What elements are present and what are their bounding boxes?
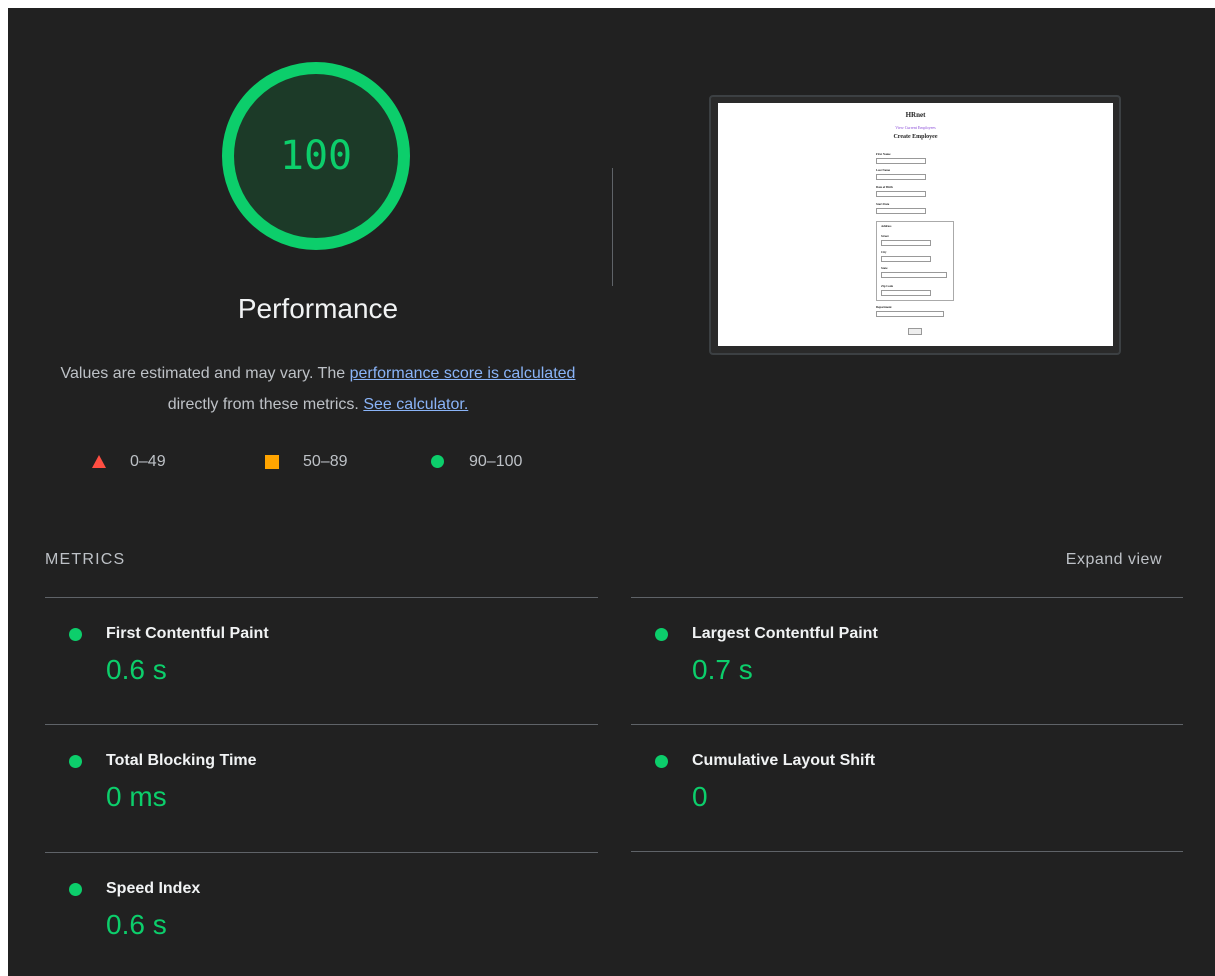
metric-value: 0.6 s	[106, 909, 167, 940]
metric-first-contentful-paint: First Contentful Paint 0.6 s	[45, 598, 595, 708]
metric-largest-contentful-paint: Largest Contentful Paint 0.7 s	[631, 598, 1181, 708]
pass-circle-icon	[655, 628, 668, 641]
screenshot-input	[876, 174, 926, 180]
screenshot-field-label: State	[881, 266, 888, 270]
description-text-1: Values are estimated and may vary. The	[60, 365, 350, 382]
metric-title: First Contentful Paint	[106, 625, 269, 642]
screenshot-input	[881, 256, 931, 262]
metric-value: 0 ms	[106, 781, 167, 812]
metric-title: Cumulative Layout Shift	[692, 752, 876, 769]
screenshot-title: HRnet	[905, 111, 926, 119]
gauge-title: Performance	[237, 293, 399, 324]
metric-value: 0	[692, 781, 708, 812]
screenshot-link: View Current Employees	[895, 125, 936, 130]
performance-score: 100	[279, 133, 353, 179]
screenshot-input	[881, 290, 931, 296]
metric-speed-index: Speed Index 0.6 s	[45, 853, 595, 963]
screenshot-input	[881, 272, 947, 278]
screenshot-image: HRnet View Current Employees Create Empl…	[718, 103, 1113, 346]
screenshot-field-label: Address	[881, 224, 892, 228]
screenshot-address-fieldset: Address Street City State Zip Code	[876, 221, 954, 301]
triangle-icon	[92, 455, 106, 468]
metric-title: Total Blocking Time	[106, 752, 257, 769]
square-icon	[265, 455, 279, 469]
screenshot-input	[876, 158, 926, 164]
pass-circle-icon	[655, 755, 668, 768]
screenshot-field-label: Department	[876, 305, 892, 309]
screenshot-field-label: Zip Code	[881, 284, 893, 288]
metrics-header: METRICS	[45, 551, 126, 568]
circle-icon	[431, 455, 444, 468]
screenshot-input	[876, 311, 944, 317]
screenshot-input	[876, 191, 926, 197]
screenshot-field-label: City	[881, 250, 887, 254]
screenshot-field-label: Last Name	[876, 168, 890, 172]
metric-value: 0.7 s	[692, 654, 753, 685]
performance-gauge[interactable]: 100	[216, 56, 416, 256]
performance-score-link[interactable]: performance score is calculated	[350, 365, 576, 382]
lighthouse-report: 100 Performance Values are estimated and…	[8, 8, 1215, 976]
metric-total-blocking-time: Total Blocking Time 0 ms	[45, 725, 595, 835]
metric-cumulative-layout-shift: Cumulative Layout Shift 0	[631, 725, 1181, 835]
metric-value: 0.6 s	[106, 654, 167, 685]
expand-view-button[interactable]: Expand view	[1066, 551, 1162, 569]
screenshot-field-label: Street	[881, 234, 889, 238]
screenshot-heading: Create Employee	[893, 134, 938, 140]
screenshot-field-label: Start Date	[876, 202, 890, 206]
metric-divider	[631, 851, 1183, 852]
description-text-2: directly from these metrics.	[167, 396, 364, 413]
pass-circle-icon	[69, 755, 82, 768]
score-description: Values are estimated and may vary. The p…	[48, 358, 588, 420]
screenshot-input	[876, 208, 926, 214]
legend-label: 50–89	[303, 453, 348, 470]
final-screenshot[interactable]: HRnet View Current Employees Create Empl…	[709, 95, 1121, 355]
screenshot-input	[881, 240, 931, 246]
metric-title: Largest Contentful Paint	[692, 625, 878, 642]
screenshot-field-label: First Name	[876, 152, 891, 156]
screenshot-field-label: Date of Birth	[876, 185, 893, 189]
pass-circle-icon	[69, 628, 82, 641]
legend-label: 0–49	[130, 453, 166, 470]
pass-circle-icon	[69, 883, 82, 896]
screenshot-save-button	[908, 328, 922, 335]
metric-title: Speed Index	[106, 880, 201, 897]
legend-label: 90–100	[469, 453, 523, 470]
vertical-divider	[612, 168, 613, 286]
see-calculator-link[interactable]: See calculator.	[363, 396, 468, 413]
